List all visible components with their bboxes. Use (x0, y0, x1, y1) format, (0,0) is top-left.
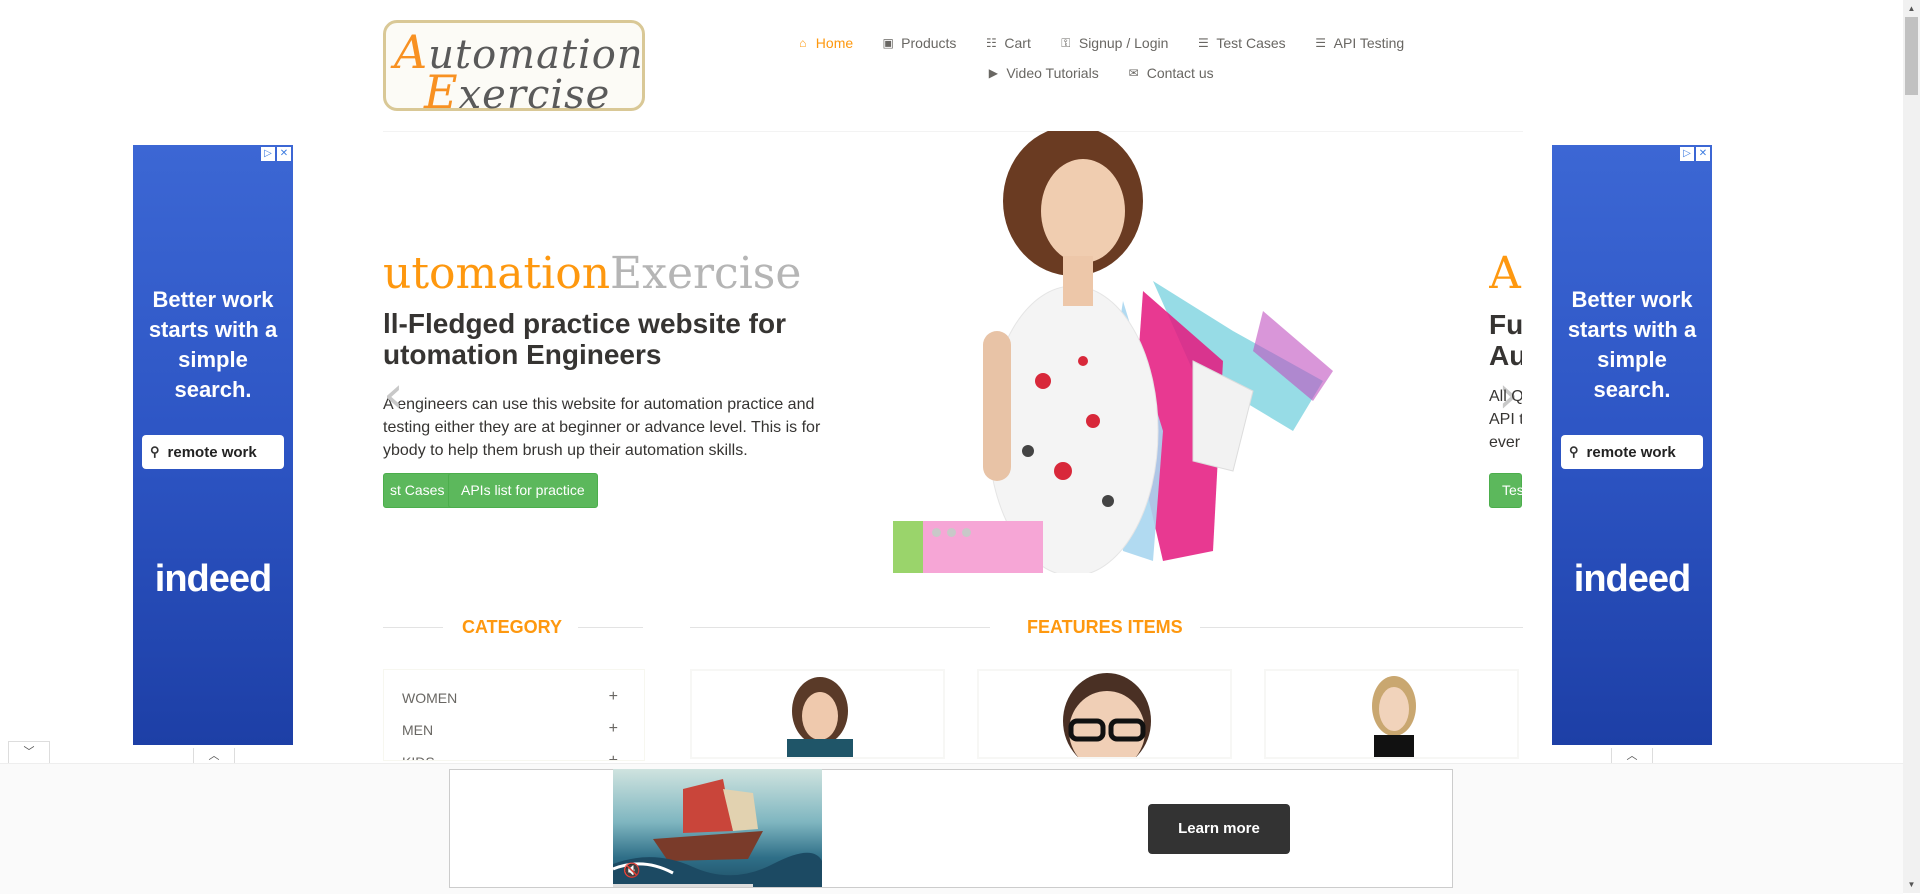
test-cases-button[interactable]: st Cases (383, 473, 458, 508)
lock-icon: ⚿ (1061, 35, 1071, 50)
category-item-women[interactable]: WOMEN (402, 690, 457, 706)
slide-title: utomationExercise (383, 248, 802, 299)
mute-icon[interactable]: 🔇 (623, 862, 640, 879)
next-slide-peek: A Fu Au All Q API t ever (1489, 248, 1522, 468)
bottom-ad-collapse-chevron-down-icon[interactable]: ﹀ (8, 741, 50, 763)
nav-label: Video Tutorials (1006, 65, 1099, 81)
plus-icon[interactable]: + (609, 752, 618, 760)
slide-heading: ll-Fledged practice website for utomatio… (383, 308, 786, 370)
next-slide-paragraph: All Q API t ever (1489, 388, 1522, 451)
scroll-down-arrow-icon[interactable]: ▼ (1903, 876, 1920, 893)
nav-test-cases[interactable]: ☰ Test Cases (1196, 35, 1286, 51)
nav-label: Contact us (1146, 65, 1214, 81)
home-icon: ⌂ (799, 36, 807, 50)
plus-icon[interactable]: + (609, 688, 618, 706)
products-icon: ▣ (882, 36, 894, 50)
ad-close-icon[interactable]: ✕ (1696, 147, 1710, 161)
features-line-right (1200, 627, 1523, 628)
product-card[interactable] (690, 669, 945, 759)
list-icon: ☰ (1315, 36, 1327, 50)
category-line-left (383, 627, 443, 628)
adchoices-icon[interactable]: ▷ (261, 147, 275, 161)
ship-illustration (613, 779, 822, 887)
nav-label: Home (815, 35, 854, 51)
apis-list-button[interactable]: APIs list for practice (448, 473, 598, 508)
logo-line2: Exercise (424, 65, 611, 119)
left-side-ad[interactable]: ▷ ✕ Better work starts with a simple sea… (133, 145, 293, 745)
indeed-logo: indeed (154, 558, 272, 600)
category-title: CATEGORY (462, 617, 563, 637)
ad-search-box[interactable]: ⚲ remote work (142, 435, 284, 469)
category-line-right (578, 627, 643, 628)
nav-label: Cart (1004, 35, 1031, 51)
carousel-dot[interactable] (932, 528, 941, 537)
envelope-icon: ✉ (1128, 66, 1139, 80)
learn-more-button[interactable]: Learn more (1148, 804, 1290, 854)
nav-api-testing[interactable]: ☰ API Testing (1314, 35, 1405, 51)
cart-icon: ☷ (986, 36, 997, 50)
scroll-up-arrow-icon[interactable]: ▲ (1903, 0, 1920, 17)
vertical-scrollbar[interactable]: ▲ ▼ (1903, 0, 1920, 893)
carousel-prev-icon[interactable]: ‹ (383, 365, 404, 425)
nav-label: API Testing (1333, 35, 1405, 51)
category-item-men[interactable]: MEN (402, 722, 433, 738)
ad-headline: Better work starts with a simple search. (148, 287, 278, 402)
next-slide-title: A (1489, 248, 1521, 299)
carousel-dot[interactable] (962, 528, 971, 537)
hero-model-image (893, 131, 1333, 573)
next-slide-button[interactable]: Tes (1489, 473, 1522, 508)
slide-paragraph: A engineers can use this website for aut… (383, 396, 821, 459)
ad-close-icon[interactable]: ✕ (277, 147, 291, 161)
nav-products[interactable]: ▣ Products (881, 35, 956, 51)
nav-row-2: ▶ Video Tutorials ✉ Contact us (780, 58, 1420, 88)
plus-icon[interactable]: + (609, 720, 618, 738)
nav-contact-us[interactable]: ✉ Contact us (1127, 65, 1214, 81)
next-slide-button-peek[interactable]: Tes (1489, 473, 1522, 508)
nav-cart[interactable]: ☷ Cart (984, 35, 1031, 51)
product-image (1063, 673, 1151, 757)
right-side-ad[interactable]: ▷ ✕ Better work starts with a simple sea… (1552, 145, 1712, 745)
nav-home[interactable]: ⌂ Home (796, 35, 853, 51)
features-line-left (690, 627, 990, 628)
search-icon: ⚲ (150, 444, 160, 459)
youtube-icon: ▶ (988, 66, 998, 80)
search-icon: ⚲ (1569, 444, 1579, 459)
nav-label: Test Cases (1216, 35, 1286, 51)
carousel-dot[interactable] (947, 528, 956, 537)
nav-label: Products (901, 35, 957, 51)
ad-video-thumbnail[interactable]: 🔇 (613, 769, 822, 887)
site-logo[interactable]: Automation Exercise (383, 20, 645, 119)
nav-row-1: ⌂ Home ▣ Products ☷ Cart ⚿ Signup / Login ☰ Test … (780, 28, 1420, 58)
product-card[interactable] (1264, 669, 1519, 759)
ad-search-text: remote work (167, 443, 257, 461)
ad-search-text: remote work (1586, 443, 1676, 461)
main-nav: ⌂ Home ▣ Products ☷ Cart ⚿ Signup / Login ☰ Test … (780, 28, 1420, 88)
indeed-logo: indeed (1573, 558, 1691, 600)
carousel-indicators[interactable] (932, 528, 971, 537)
category-item-kids[interactable]: KIDS (402, 754, 435, 760)
list-icon: ☰ (1198, 36, 1209, 50)
nav-signup-login[interactable]: ⚿ Signup / Login (1059, 35, 1169, 51)
ad-headline: Better work starts with a simple search. (1567, 287, 1697, 402)
product-card[interactable] (977, 669, 1232, 759)
ad-choices[interactable]: ▷ ✕ (261, 147, 291, 161)
product-image (1372, 676, 1416, 757)
category-panel: WOMEN + MEN + KIDS + (383, 669, 645, 761)
ad-choices[interactable]: ▷ ✕ (1680, 147, 1710, 161)
nav-video-tutorials[interactable]: ▶ Video Tutorials (986, 65, 1099, 81)
scrollbar-thumb[interactable] (1905, 17, 1918, 95)
bottom-ad[interactable] (449, 769, 1453, 888)
nav-label: Signup / Login (1078, 35, 1169, 51)
features-title: FEATURES ITEMS (1027, 617, 1183, 637)
ad-search-box[interactable]: ⚲ remote work (1561, 435, 1703, 469)
video-progress (613, 884, 753, 887)
product-image (787, 677, 853, 757)
adchoices-icon[interactable]: ▷ (1680, 147, 1694, 161)
next-slide-heading: Fu Au (1489, 309, 1522, 371)
